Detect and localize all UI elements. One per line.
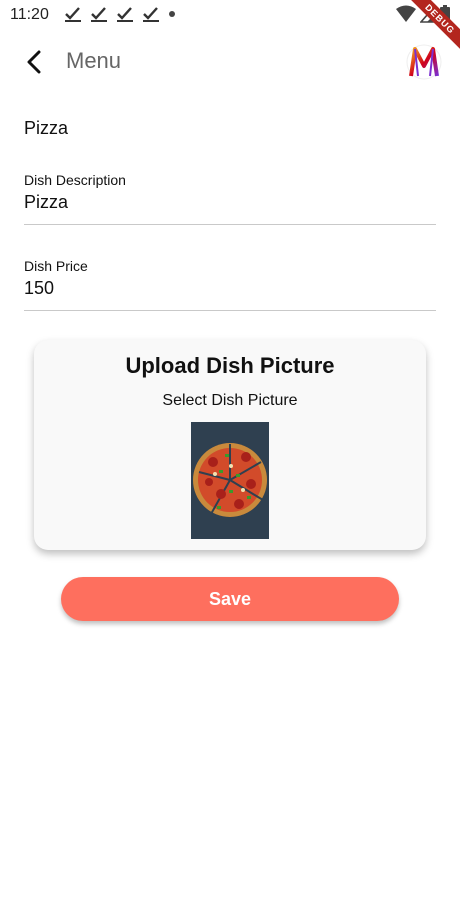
- dish-price-value[interactable]: 150: [24, 278, 436, 299]
- dot-icon: [169, 11, 175, 17]
- dish-description-field[interactable]: Dish Description Pizza: [24, 170, 436, 225]
- notification-icons: [64, 6, 176, 22]
- pizza-image[interactable]: [191, 422, 269, 539]
- app-logo-icon: [406, 42, 442, 82]
- dish-price-field[interactable]: Dish Price 150: [24, 256, 436, 311]
- check-notification-icon: [143, 7, 159, 22]
- back-arrow-icon: [27, 50, 41, 74]
- dish-name: Pizza: [24, 118, 69, 138]
- app-bar: Menu: [0, 38, 460, 86]
- status-time: 11:20: [10, 6, 49, 23]
- dish-description-label: Dish Description: [24, 172, 126, 188]
- status-bar: 11:20: [0, 0, 460, 30]
- battery-icon: [440, 5, 450, 23]
- check-notification-icon: [65, 7, 81, 22]
- save-button[interactable]: Save: [61, 577, 399, 621]
- check-notification-icon: [91, 7, 107, 22]
- upload-picture-card: Upload Dish Picture Select Dish Picture: [34, 340, 426, 550]
- upload-title: Upload Dish Picture: [125, 353, 335, 378]
- select-picture-button[interactable]: Select Dish Picture: [34, 392, 426, 410]
- page-title: Menu: [66, 48, 122, 73]
- wifi-icon: [396, 5, 416, 22]
- status-right-icons: [396, 5, 450, 23]
- back-button[interactable]: [18, 46, 50, 78]
- dish-price-label: Dish Price: [24, 258, 88, 274]
- signal-icon: [420, 5, 436, 23]
- dish-description-value[interactable]: Pizza: [24, 192, 436, 213]
- check-notification-icon: [117, 7, 133, 22]
